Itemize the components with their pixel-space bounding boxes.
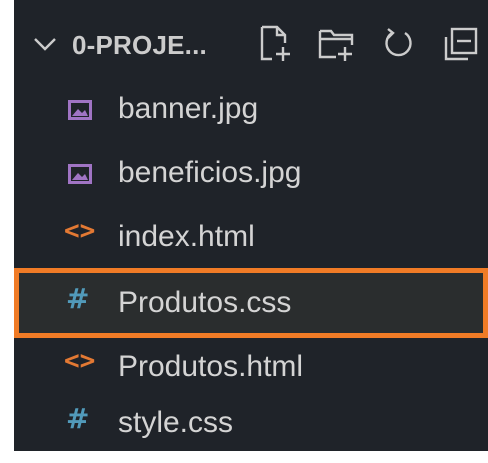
refresh-icon[interactable] (378, 23, 420, 65)
image-file-icon (68, 164, 92, 184)
file-name: banner.jpg (118, 92, 259, 125)
file-item-produtos-html[interactable]: <> Produtos.html (14, 336, 488, 398)
file-name: index.html (118, 220, 255, 253)
file-item-style-css[interactable]: # style.css (14, 392, 488, 454)
collapse-all-icon[interactable] (440, 23, 482, 65)
file-explorer: 0-PROJE... banner.jpg beneficios.jpg <> … (14, 0, 488, 451)
css-file-icon: # (66, 402, 90, 435)
file-name: style.css (118, 406, 234, 439)
file-item-index-html[interactable]: <> index.html (14, 206, 488, 268)
explorer-folder-header[interactable]: 0-PROJE... (14, 10, 488, 78)
file-item-produtos-css[interactable]: # Produtos.css (14, 268, 488, 338)
file-item-beneficios[interactable]: beneficios.jpg (14, 142, 488, 204)
file-name: beneficios.jpg (118, 156, 302, 189)
folder-name[interactable]: 0-PROJE... (72, 30, 207, 61)
file-item-banner[interactable]: banner.jpg (14, 78, 488, 140)
chevron-down-icon[interactable] (32, 34, 58, 54)
image-file-icon (68, 100, 92, 120)
html-file-icon: <> (64, 216, 96, 246)
new-folder-icon[interactable] (316, 23, 358, 65)
new-file-icon[interactable] (254, 23, 296, 65)
css-file-icon: # (66, 282, 90, 315)
file-name: Produtos.css (118, 286, 292, 319)
html-file-icon: <> (64, 346, 96, 376)
file-name: Produtos.html (118, 350, 304, 383)
